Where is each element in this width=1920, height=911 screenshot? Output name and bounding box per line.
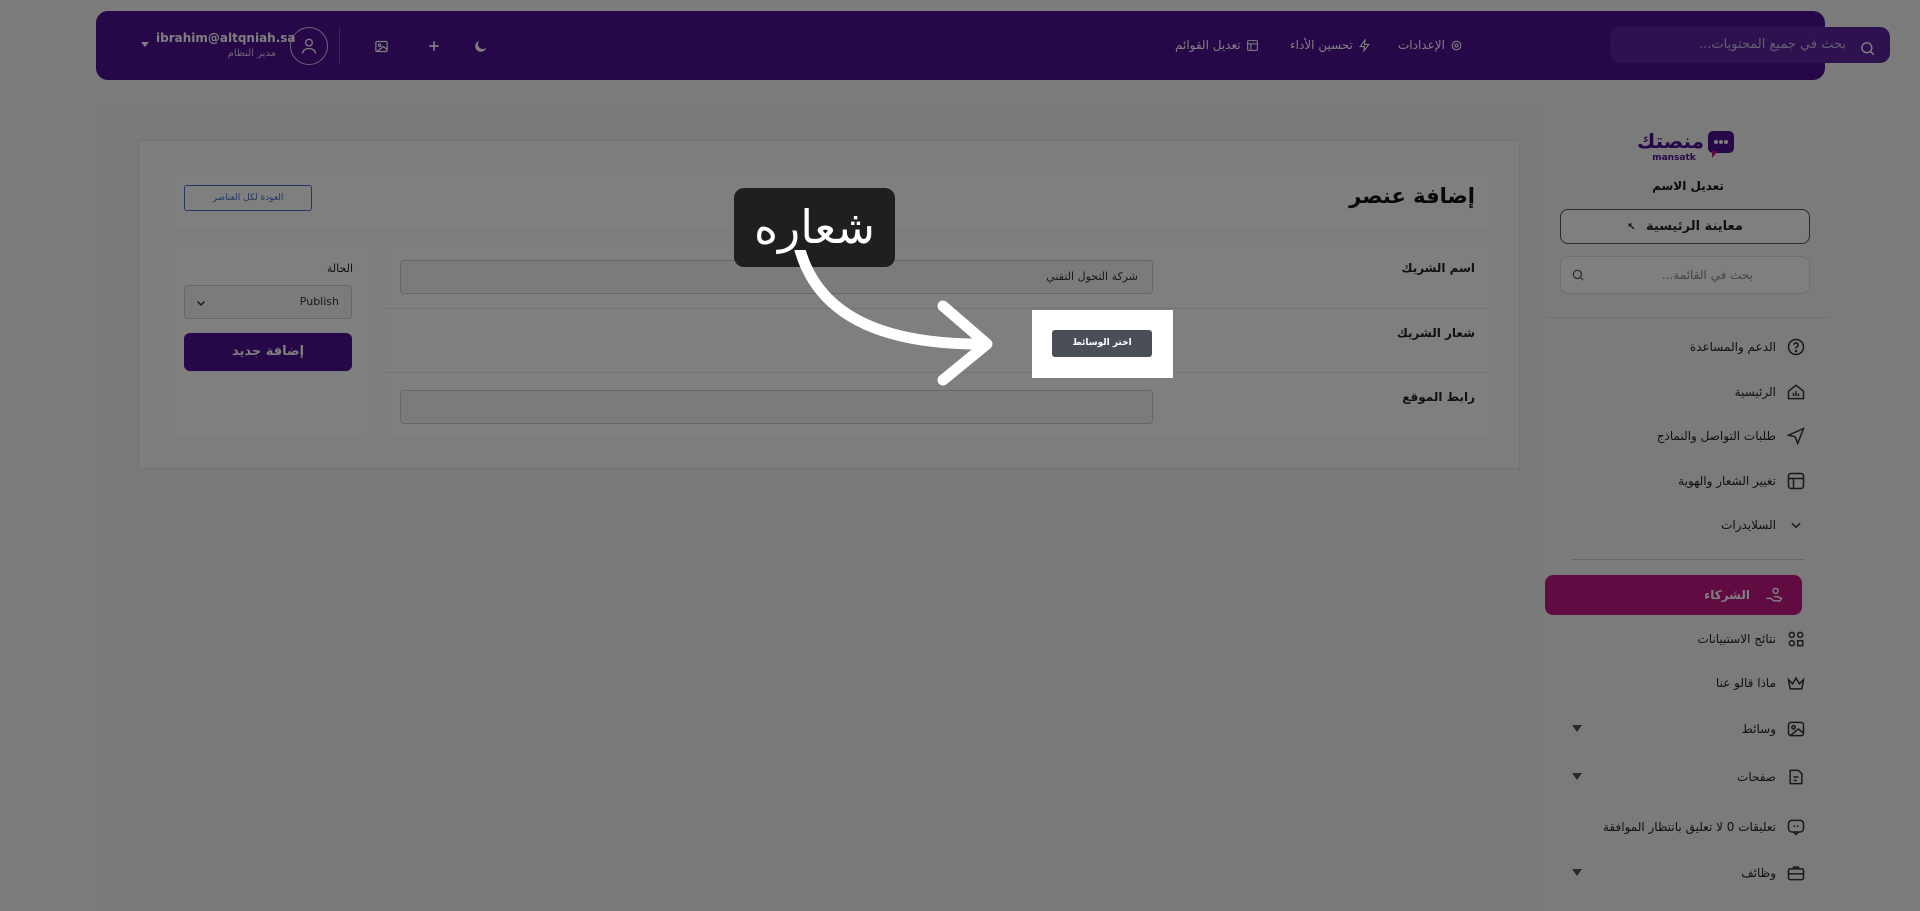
edit-site-name-link[interactable]: تعديل الاسم xyxy=(1548,179,1828,193)
sidebar-item-label: الرئيسية xyxy=(1734,385,1776,399)
expand-caret-icon[interactable] xyxy=(1572,773,1582,780)
home-chart-icon xyxy=(1787,384,1805,400)
global-search-input[interactable]: بحث في جميع المحتويات... xyxy=(1610,27,1890,63)
brand-logo: منصتك mansatk xyxy=(1636,127,1736,163)
dark-mode-toggle[interactable] xyxy=(470,35,492,57)
sidebar-item-branding[interactable]: تغيير الشعار والهوية xyxy=(1548,469,1828,493)
add-new-item-button[interactable]: إضافة جديد xyxy=(184,333,352,371)
sidebar-item-label: ماذا قالو عنا xyxy=(1715,676,1776,690)
sidebar: منصتك mansatk تعديل الاسم معاينة الرئيسي… xyxy=(1545,105,1828,911)
user-icon xyxy=(301,38,317,54)
page-title: إضافة عنصر xyxy=(1349,184,1475,208)
preview-home-button[interactable]: معاينة الرئيسية ↖ xyxy=(1560,209,1810,244)
sidebar-item-label: صفحات xyxy=(1737,770,1776,784)
user-role: مدير النظام xyxy=(227,48,276,59)
sidebar-item-survey-results[interactable]: نتائج الاستبيانات xyxy=(1548,627,1828,651)
sidebar-divider xyxy=(1548,317,1828,318)
sidebar-item-support[interactable]: الدعم والمساعدة xyxy=(1548,335,1828,359)
crown-icon xyxy=(1787,676,1805,690)
status-label: الحالة xyxy=(326,262,353,275)
image-icon xyxy=(1787,721,1805,737)
nav-settings[interactable]: الإعدادات xyxy=(1398,35,1463,55)
menu-search-placeholder: بحث في القائمة... xyxy=(1661,268,1753,282)
gear-icon xyxy=(1451,40,1462,50)
publish-panel: الحالة Publish إضافة جديد xyxy=(169,246,368,437)
expand-caret-icon[interactable] xyxy=(1572,725,1582,732)
sidebar-item-label: السلايدرات xyxy=(1721,518,1776,532)
add-new-button[interactable] xyxy=(423,35,445,57)
preview-home-label: معاينة الرئيسية xyxy=(1646,219,1743,234)
search-icon xyxy=(1572,269,1584,281)
external-link-icon: ↖ xyxy=(1627,222,1636,233)
briefcase-icon xyxy=(1787,866,1805,881)
logo-subtext: mansatk xyxy=(1652,153,1696,163)
nav-edit-menus[interactable]: تعديل القوائم xyxy=(1175,35,1259,55)
image-icon xyxy=(374,40,388,52)
layout-icon xyxy=(1787,472,1805,490)
website-label: رابط الموقع xyxy=(1402,390,1475,404)
media-library-button[interactable] xyxy=(370,35,392,57)
nav-performance-label: تحسين الأداء xyxy=(1290,38,1353,52)
nav-performance[interactable]: تحسين الأداء xyxy=(1290,35,1371,55)
send-icon xyxy=(1786,427,1805,446)
sidebar-item-media[interactable]: وسائط xyxy=(1548,717,1828,741)
choose-media-button[interactable]: اختر الوسائط xyxy=(1052,330,1152,357)
pages-icon xyxy=(1789,769,1803,785)
navbar-divider xyxy=(339,27,340,65)
chevron-down-icon xyxy=(196,300,206,307)
status-select[interactable]: Publish xyxy=(184,285,352,319)
status-value: Publish xyxy=(299,295,339,308)
back-to-all-items-button[interactable]: العودة لكل العناصر xyxy=(184,185,312,211)
menu-search-input[interactable]: بحث في القائمة... xyxy=(1560,256,1810,294)
sidebar-item-label: تعليقات 0 لا تعليق بانتظار الموافقة xyxy=(1603,820,1776,834)
shapes-icon xyxy=(1788,631,1804,647)
sidebar-item-partners[interactable]: الشركاء xyxy=(1545,575,1802,615)
sidebar-item-jobs[interactable]: وظائف xyxy=(1548,861,1828,885)
nav-edit-menus-label: تعديل القوائم xyxy=(1175,38,1241,52)
search-icon xyxy=(1859,36,1876,72)
website-input[interactable] xyxy=(400,390,1153,424)
plus-icon xyxy=(429,41,439,51)
user-email: ibrahim@altqniah.sa xyxy=(156,31,296,45)
sidebar-item-comments[interactable]: تعليقات 0 لا تعليق بانتظار الموافقة xyxy=(1548,815,1828,839)
sidebar-item-contact-requests[interactable]: طلبات التواصل والنماذج xyxy=(1548,424,1828,448)
global-search-placeholder: بحث في جميع المحتويات... xyxy=(1699,37,1846,52)
sidebar-item-testimonials[interactable]: ماذا قالو عنا xyxy=(1548,671,1828,695)
sidebar-item-pages[interactable]: صفحات xyxy=(1548,765,1828,789)
chevron-down-icon xyxy=(1791,522,1801,529)
tutorial-arrow-icon xyxy=(794,250,993,386)
sidebar-item-label: الشركاء xyxy=(1704,588,1750,602)
sidebar-divider xyxy=(1572,559,1804,560)
sidebar-item-home[interactable]: الرئيسية xyxy=(1548,380,1828,404)
sidebar-item-label: وظائف xyxy=(1741,866,1776,880)
logo-text: منصتك xyxy=(1636,129,1704,153)
sidebar-item-label: الدعم والمساعدة xyxy=(1689,340,1776,354)
sidebar-item-label: نتائج الاستبيانات xyxy=(1697,632,1776,646)
moon-icon xyxy=(475,40,487,52)
handshake-icon xyxy=(1766,587,1783,602)
sidebar-item-label: وسائط xyxy=(1741,722,1776,736)
user-menu-caret-icon[interactable] xyxy=(141,42,149,47)
comment-icon xyxy=(1787,819,1805,836)
nav-settings-label: الإعدادات xyxy=(1398,38,1445,52)
avatar[interactable] xyxy=(290,27,328,65)
sidebar-item-sliders[interactable]: السلايدرات xyxy=(1548,513,1828,537)
chat-bubble-logo-icon xyxy=(1708,131,1734,158)
tutorial-spotlight: اختر الوسائط xyxy=(1032,310,1173,378)
sidebar-item-label: طلبات التواصل والنماذج xyxy=(1656,429,1776,443)
lightning-icon xyxy=(1358,38,1370,52)
layout-icon xyxy=(1246,39,1258,51)
top-navbar: بحث في جميع المحتويات... الإعدادات تحسين… xyxy=(96,11,1890,80)
help-circle-icon xyxy=(1787,338,1805,356)
sidebar-item-label: تغيير الشعار والهوية xyxy=(1678,474,1776,488)
partner-name-label: اسم الشريك xyxy=(1401,261,1475,275)
partner-logo-label: شعار الشريك xyxy=(1396,326,1475,340)
expand-caret-icon[interactable] xyxy=(1572,869,1582,876)
